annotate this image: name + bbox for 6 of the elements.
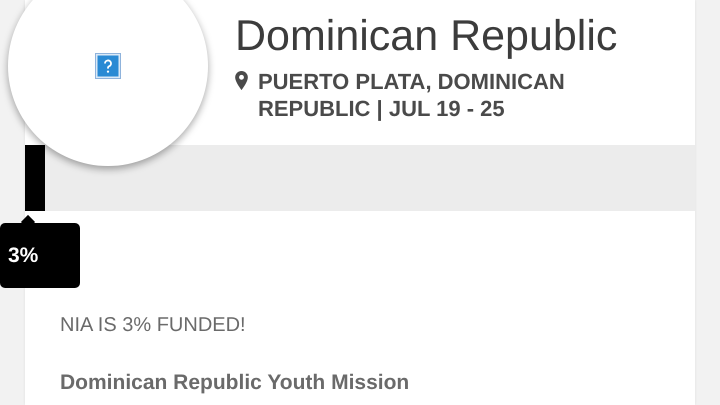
progress-tooltip: 3% — [0, 223, 80, 288]
funded-message: NIA IS 3% FUNDED! — [60, 313, 246, 337]
campaign-title: Dominican Republic Youth Mission — [60, 371, 410, 395]
trip-location: PUERTO PLATA, DOMINICAN REPUBLIC | JUL 19 - 25 — [258, 68, 566, 122]
trip-title: Dominican Republic — [235, 11, 618, 62]
location-pin-icon — [235, 71, 248, 90]
